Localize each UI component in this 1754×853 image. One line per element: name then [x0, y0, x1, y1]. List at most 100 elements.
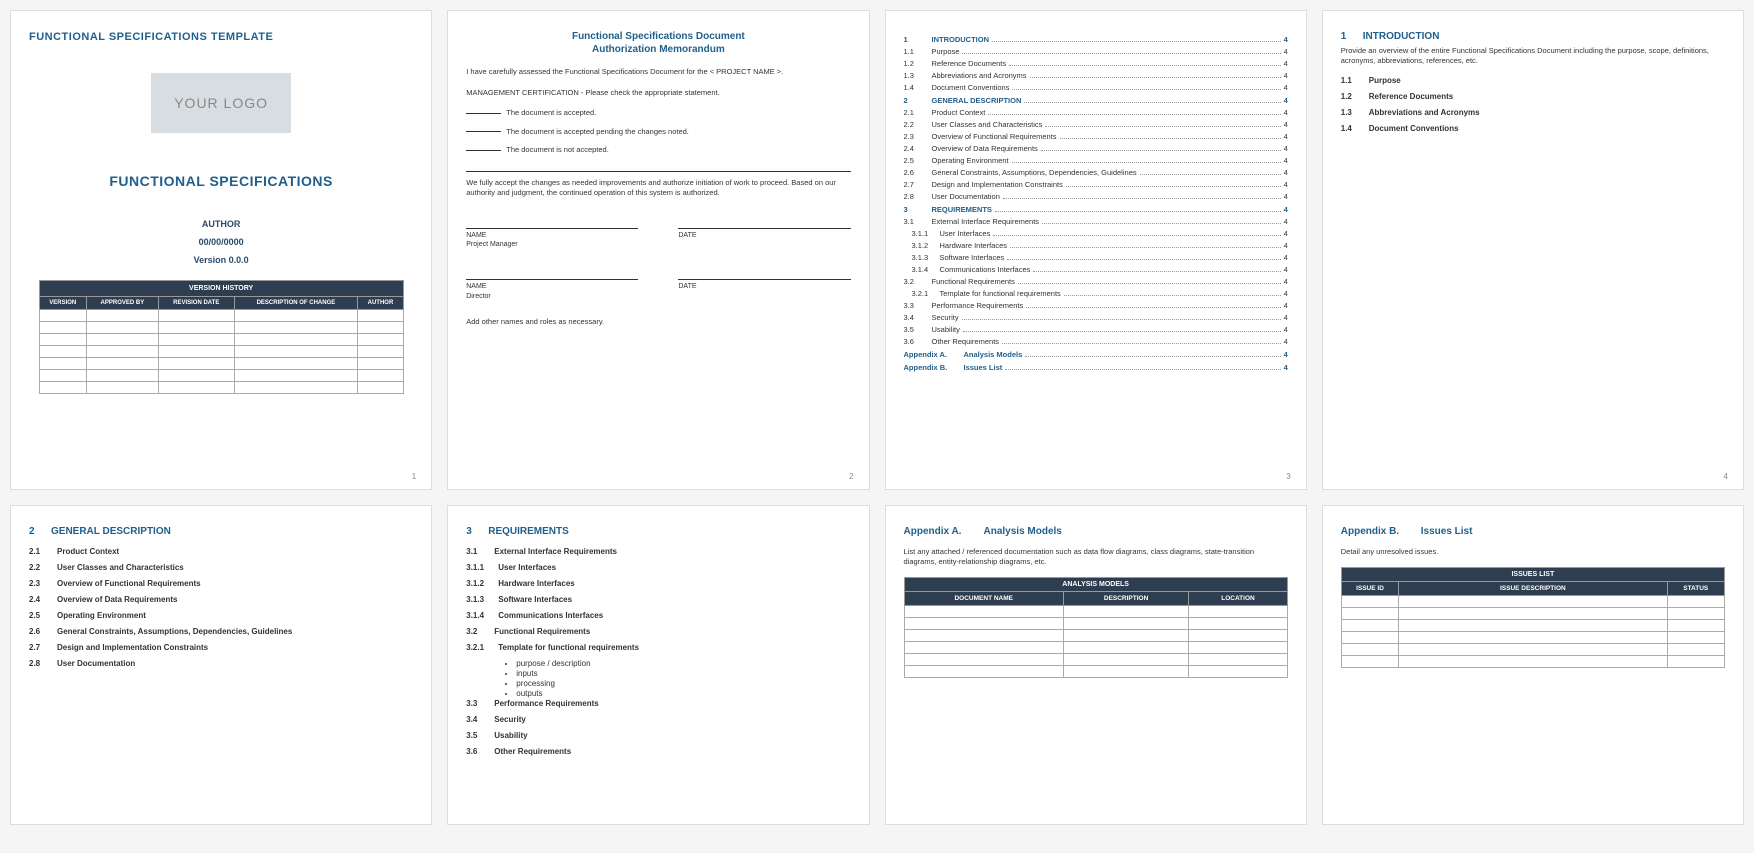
author-label: AUTHOR [29, 219, 413, 229]
table-row [39, 322, 403, 334]
auth-title-2: Authorization Memorandum [466, 44, 850, 55]
col-docname: DOCUMENT NAME [904, 591, 1063, 605]
appendix-description: Detail any unresolved issues. [1341, 547, 1725, 557]
table-row [39, 382, 403, 394]
section-description: Provide an overview of the entire Functi… [1341, 46, 1725, 66]
table-row [39, 334, 403, 346]
list-item: 1.1Purpose [1341, 76, 1725, 85]
auth-title-1: Functional Specifications Document [466, 31, 850, 42]
date-label: DATE [678, 282, 850, 292]
table-row [1341, 631, 1724, 643]
toc-entry: 1.2Reference Documents4 [904, 59, 1288, 68]
page-8-appendix-b: Appendix B.Issues List Detail any unreso… [1322, 505, 1744, 825]
option-accepted: The document is accepted. [466, 108, 850, 119]
table-row [1341, 607, 1724, 619]
toc-entry: 1.3Abbreviations and Acronyms4 [904, 71, 1288, 80]
page-2-authorization: Functional Specifications Document Autho… [447, 10, 869, 490]
col-revdate: REVISION DATE [158, 297, 234, 310]
toc-entry: 2.6General Constraints, Assumptions, Dep… [904, 168, 1288, 177]
table-title: ISSUES LIST [1341, 567, 1724, 581]
list-item: 2.3Overview of Functional Requirements [29, 579, 413, 588]
page-3-toc: 1INTRODUCTION41.1Purpose41.2Reference Do… [885, 10, 1307, 490]
toc-entry: 3.1External Interface Requirements4 [904, 217, 1288, 226]
cert-text: MANAGEMENT CERTIFICATION - Please check … [466, 88, 850, 99]
list-item: 3.1External Interface Requirements [466, 547, 850, 556]
toc-entry: 3.1.4Communications Interfaces4 [904, 265, 1288, 274]
table-row [904, 641, 1287, 653]
section-list: 2.1Product Context2.2User Classes and Ch… [29, 547, 413, 668]
toc-entry: 3.3Performance Requirements4 [904, 301, 1288, 310]
list-item: 1.4Document Conventions [1341, 124, 1725, 133]
option-rejected: The document is not accepted. [466, 145, 850, 156]
page-number: 3 [1286, 472, 1290, 481]
doc-title: FUNCTIONAL SPECIFICATIONS [29, 173, 413, 189]
page-number: 1 [412, 472, 416, 481]
toc-entry: 3.6Other Requirements4 [904, 337, 1288, 346]
list-item: 3.1.1User Interfaces [466, 563, 850, 572]
list-item: 3.3Performance Requirements [466, 699, 850, 708]
list-item: 3.1.4Communications Interfaces [466, 611, 850, 620]
toc-entry: 2.5Operating Environment4 [904, 156, 1288, 165]
page-4-introduction: 1INTRODUCTION Provide an overview of the… [1322, 10, 1744, 490]
table-row [904, 617, 1287, 629]
add-note: Add other names and roles as necessary. [466, 317, 850, 328]
appendix-heading: Appendix B.Issues List [1341, 526, 1725, 537]
toc-entry: 2.8User Documentation4 [904, 192, 1288, 201]
page-6-requirements: 3REQUIREMENTS 3.1External Interface Requ… [447, 505, 869, 825]
table-row [904, 629, 1287, 641]
list-item: 2.4Overview of Data Requirements [29, 595, 413, 604]
logo-placeholder: YOUR LOGO [151, 73, 291, 133]
col-author: AUTHOR [358, 297, 403, 310]
col-approved: APPROVED BY [86, 297, 158, 310]
list-item: 3.1.3Software Interfaces [466, 595, 850, 604]
col-version: VERSION [39, 297, 86, 310]
list-item: 2.2User Classes and Characteristics [29, 563, 413, 572]
toc-entry: 3.1.1User Interfaces4 [904, 229, 1288, 238]
signature-row-1: NAMEProject Manager DATE [466, 217, 850, 251]
name-label: NAME [466, 282, 638, 292]
toc-entry: 1.4Document Conventions4 [904, 83, 1288, 92]
toc-entry: 2.2User Classes and Characteristics4 [904, 120, 1288, 129]
col-issueid: ISSUE ID [1341, 581, 1398, 595]
table-row [39, 346, 403, 358]
accept-text: We fully accept the changes as needed im… [466, 178, 850, 199]
toc-entry: 3.5Usability4 [904, 325, 1288, 334]
section-list: 1.1Purpose1.2Reference Documents1.3Abbre… [1341, 76, 1725, 133]
divider [466, 171, 850, 172]
template-header: FUNCTIONAL SPECIFICATIONS TEMPLATE [29, 31, 413, 43]
toc-entry: 3.1.3Software Interfaces4 [904, 253, 1288, 262]
section-list: 3.1External Interface Requirements 3.1.1U… [466, 547, 850, 756]
toc-entry: Appendix A.Analysis Models4 [904, 350, 1288, 359]
table-row [1341, 643, 1724, 655]
analysis-models-table: ANALYSIS MODELS DOCUMENT NAME DESCRIPTIO… [904, 577, 1288, 678]
table-row [39, 310, 403, 322]
section-heading: 2GENERAL DESCRIPTION [29, 526, 413, 537]
date-label: DATE [678, 231, 850, 241]
toc-entry: 3.2.1Template for functional requirement… [904, 289, 1288, 298]
page-number: 2 [849, 472, 853, 481]
list-item: 3.2Functional Requirements [466, 627, 850, 636]
toc-entry: 3REQUIREMENTS4 [904, 205, 1288, 214]
page-5-general: 2GENERAL DESCRIPTION 2.1Product Context2… [10, 505, 432, 825]
col-desc: DESCRIPTION [1063, 591, 1188, 605]
intro-text: I have carefully assessed the Functional… [466, 67, 850, 78]
section-heading: 3REQUIREMENTS [466, 526, 850, 537]
issues-list-table: ISSUES LIST ISSUE ID ISSUE DESCRIPTION S… [1341, 567, 1725, 668]
list-item: 3.1.2Hardware Interfaces [466, 579, 850, 588]
toc-entry: 2.4Overview of Data Requirements4 [904, 144, 1288, 153]
toc-entry: 2.3Overview of Functional Requirements4 [904, 132, 1288, 141]
toc-entry: 2.7Design and Implementation Constraints… [904, 180, 1288, 189]
table-row [1341, 595, 1724, 607]
col-status: STATUS [1667, 581, 1724, 595]
page-number: 4 [1724, 472, 1728, 481]
list-item: 1.3Abbreviations and Acronyms [1341, 108, 1725, 117]
name-label: NAME [466, 231, 638, 241]
page-7-appendix-a: Appendix A.Analysis Models List any atta… [885, 505, 1307, 825]
list-item: 2.8User Documentation [29, 659, 413, 668]
toc-entry: 2.1Product Context4 [904, 108, 1288, 117]
table-row [39, 358, 403, 370]
role-director: Director [466, 292, 638, 302]
toc-entry: 3.1.2Hardware Interfaces4 [904, 241, 1288, 250]
col-location: LOCATION [1189, 591, 1288, 605]
section-heading: 1INTRODUCTION [1341, 31, 1725, 42]
